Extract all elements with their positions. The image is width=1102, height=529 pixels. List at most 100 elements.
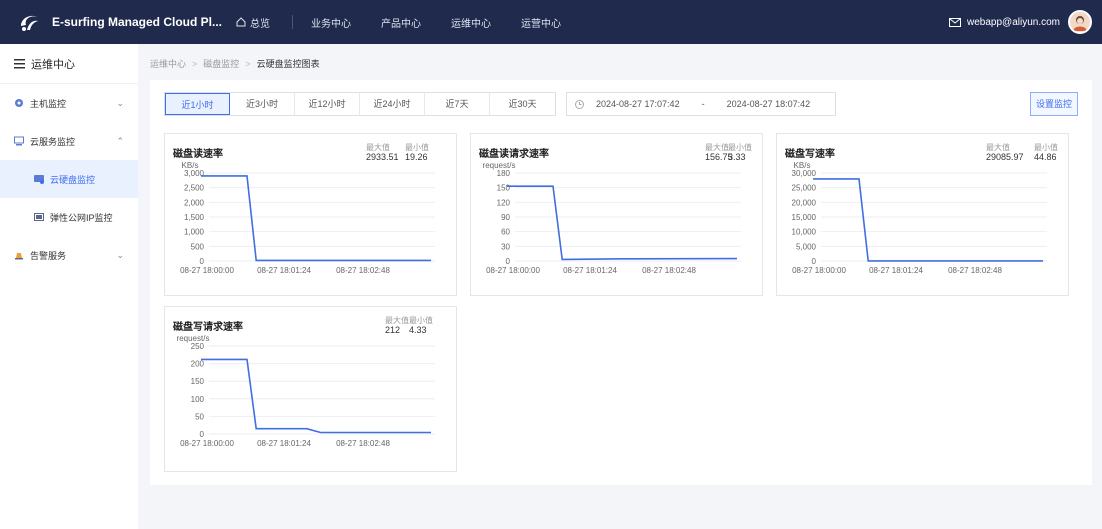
y-tick-label: 15,000 <box>792 213 817 222</box>
range-1h-button[interactable]: 近1小时 <box>165 93 230 115</box>
sidebar-item-cloud-service-monitor[interactable]: 云服务监控 ⌃ <box>0 122 138 160</box>
sidebar-item-alarm-service[interactable]: 告警服务 ⌄ <box>0 236 138 274</box>
nav-operating[interactable]: 运营中心 <box>521 15 561 30</box>
y-tick-label: 60 <box>501 228 510 237</box>
min-value: 3.33 <box>728 152 746 162</box>
home-label: 总览 <box>250 18 271 30</box>
chart-title: 磁盘写速率 <box>785 149 835 160</box>
y-tick-label: 2,500 <box>184 184 205 193</box>
chart-plot: 3,0002,5002,0001,5001,000500008-27 18:00… <box>180 169 435 275</box>
chevron-up-icon: ⌃ <box>116 135 124 146</box>
chart-plot: 250 200 150 100 50 008-27 18:00:00 08-27 18:01… <box>180 342 435 448</box>
min-stat: 最小值 19.26 <box>405 143 429 162</box>
sidebar: 运维中心 主机监控 ⌄ 云服务监控 ⌃ 云硬盘监控 弹性公网IP监控 告警服务 … <box>0 44 138 529</box>
nav-business[interactable]: 业务中心 <box>311 15 351 30</box>
breadcrumb-separator: > <box>245 58 251 69</box>
menu-icon[interactable] <box>14 58 25 69</box>
top-nav: 业务中心 产品中心 运维中心 运营中心 <box>311 15 591 30</box>
set-monitor-button[interactable]: 设置监控 <box>1030 92 1078 116</box>
user-email[interactable]: webapp@aliyun.com <box>967 17 1060 28</box>
y-tick-label: 30,000 <box>792 169 817 178</box>
chart-title: 磁盘写请求速率 <box>173 322 243 333</box>
x-tick-label: 08-27 18:00:00 <box>180 266 234 275</box>
x-tick-label: 08-27 18:01:24 <box>869 266 923 275</box>
date-range-picker[interactable]: 2024-08-27 17:07:42 - 2024-08-27 18:07:4… <box>566 92 836 116</box>
x-tick-label: 08-27 18:02:48 <box>336 266 390 275</box>
end-time[interactable]: 2024-08-27 18:07:42 <box>727 99 811 109</box>
sidebar-title: 运维中心 <box>31 58 75 71</box>
y-tick-label: 1,000 <box>184 228 205 237</box>
y-tick-label: 30 <box>501 242 510 251</box>
range-3h-button[interactable]: 近3小时 <box>230 93 295 115</box>
sidebar-item-cloud-disk-monitor[interactable]: 云硬盘监控 <box>0 160 138 198</box>
x-tick-label: 08-27 18:00:00 <box>486 266 540 275</box>
max-value: 212 <box>385 325 401 335</box>
chart-title: 磁盘读请求速率 <box>479 149 549 160</box>
clock-icon <box>575 99 584 109</box>
series-line <box>201 175 431 262</box>
app-title: E-surfing Managed Cloud Pl... <box>52 15 223 29</box>
range-7d-button[interactable]: 近7天 <box>425 93 490 115</box>
y-tick-label: 500 <box>191 242 205 251</box>
breadcrumb-disk-monitor[interactable]: 磁盘监控 <box>203 57 239 70</box>
sidebar-item-label: 告警服务 <box>30 250 67 261</box>
range-30d-button[interactable]: 近30天 <box>490 93 555 115</box>
max-stat: 最大值 212 <box>385 316 409 335</box>
y-tick-label: 25,000 <box>792 184 817 193</box>
y-tick-label: 0 <box>200 430 205 439</box>
disk-write-request-rate-chart: 磁盘写请求速率 最大值 212 最小值 4.33 request/s 250 200 1… <box>164 306 457 472</box>
main-panel: 近1小时 近3小时 近12小时 近24小时 近7天 近30天 2024-08-2… <box>150 80 1092 485</box>
y-tick-label: 0 <box>506 257 511 266</box>
nav-products[interactable]: 产品中心 <box>381 15 421 30</box>
top-bar: E-surfing Managed Cloud Pl... 总览 业务中心 产品… <box>0 0 1102 44</box>
home-link[interactable]: 总览 <box>236 15 270 30</box>
y-tick-label: 5,000 <box>796 242 817 251</box>
y-tick-label: 20,000 <box>792 198 817 207</box>
y-tick-label: 150 <box>191 377 205 386</box>
sidebar-item-eip-monitor[interactable]: 弹性公网IP监控 <box>0 198 138 236</box>
brand-logo-icon[interactable] <box>18 11 40 33</box>
nav-divider <box>292 15 294 29</box>
disk-read-request-rate-chart: 磁盘读请求速率 最大值 156.75 最小值 3.33 request/s 180 1… <box>470 133 763 296</box>
y-tick-label: 0 <box>812 257 817 266</box>
breadcrumb: 运维中心 > 磁盘监控 > 云硬盘监控图表 <box>150 57 320 70</box>
range-24h-button[interactable]: 近24小时 <box>360 93 425 115</box>
chart-title: 磁盘读速率 <box>173 149 223 160</box>
y-tick-label: 250 <box>191 342 205 351</box>
chart-plot: 180 150 120 90 60 30 008-27 18:00:00 08-27 18:0… <box>486 169 741 275</box>
start-time[interactable]: 2024-08-27 17:07:42 <box>596 99 680 109</box>
y-tick-label: 1,500 <box>184 213 205 222</box>
y-tick-label: 2,000 <box>184 198 205 207</box>
x-tick-label: 08-27 18:02:48 <box>336 439 390 448</box>
y-tick-label: 200 <box>191 360 205 369</box>
sidebar-header: 运维中心 <box>0 44 138 84</box>
mail-icon[interactable] <box>949 17 962 27</box>
range-12h-button[interactable]: 近12小时 <box>295 93 360 115</box>
host-icon <box>15 99 23 107</box>
min-label: 最小值 <box>409 316 433 325</box>
sidebar-item-label: 云服务监控 <box>30 136 76 147</box>
sidebar-item-label: 云硬盘监控 <box>50 174 96 185</box>
y-tick-label: 150 <box>497 184 511 193</box>
x-tick-label: 08-27 18:01:24 <box>257 439 311 448</box>
chart-plot: 30,00025,00020,00015,00010,0005,000008-2… <box>792 169 1047 275</box>
y-tick-label: 100 <box>191 395 205 404</box>
disk-write-rate-chart: 磁盘写速率 最大值 29085.97 最小值 44.86 KB/s 30,000 25… <box>776 133 1069 296</box>
chevron-down-icon: ⌄ <box>116 97 124 108</box>
breadcrumb-separator: > <box>192 58 198 69</box>
x-tick-label: 08-27 18:02:48 <box>948 266 1002 275</box>
avatar[interactable] <box>1068 10 1092 34</box>
breadcrumb-ops-center[interactable]: 运维中心 <box>150 57 186 70</box>
sidebar-item-host-monitor[interactable]: 主机监控 ⌄ <box>0 84 138 122</box>
min-stat: 最小值 44.86 <box>1034 143 1058 162</box>
max-stat: 最大值 2933.51 <box>366 143 399 162</box>
min-value: 4.33 <box>409 325 427 335</box>
nav-operations[interactable]: 运维中心 <box>451 15 491 30</box>
sidebar-item-label: 主机监控 <box>30 98 67 109</box>
y-tick-label: 180 <box>497 169 511 178</box>
time-toolbar: 近1小时 近3小时 近12小时 近24小时 近7天 近30天 2024-08-2… <box>164 92 836 116</box>
min-value: 19.26 <box>405 152 428 162</box>
range-button-group: 近1小时 近3小时 近12小时 近24小时 近7天 近30天 <box>164 92 556 116</box>
x-tick-label: 08-27 18:00:00 <box>792 266 846 275</box>
y-tick-label: 120 <box>497 198 511 207</box>
